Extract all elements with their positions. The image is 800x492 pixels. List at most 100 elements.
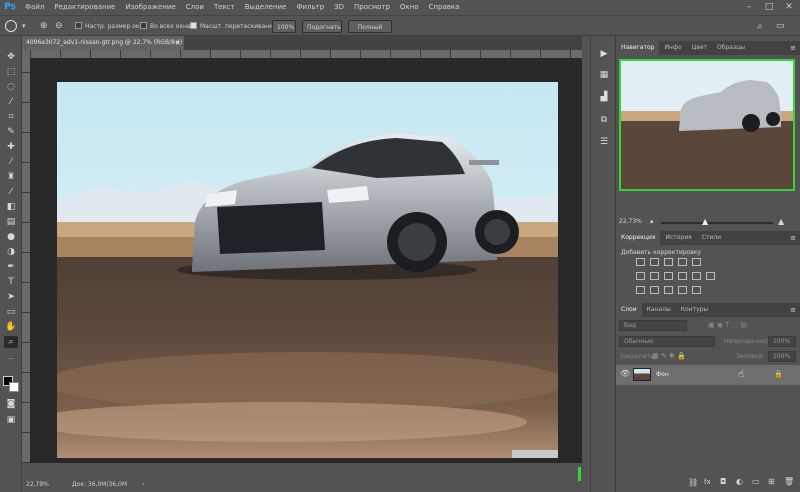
histogram-icon[interactable]: ▟ [598,91,610,103]
zoom-in-small-icon[interactable]: ▲ [778,217,784,226]
opacity-field[interactable]: 100% [768,336,796,347]
layer-lock-icon[interactable]: 🔒 [774,370,783,378]
horizontal-ruler[interactable] [30,50,582,58]
ruler-origin[interactable] [22,50,30,58]
new-adjustment-layer-icon[interactable]: ◐ [736,477,743,486]
minimize-button[interactable]: – [740,0,758,15]
maximize-button[interactable]: □ [760,0,778,15]
clone-source-icon[interactable]: ⧉ [598,114,610,126]
close-button[interactable]: ✕ [780,0,798,15]
zoom-slider[interactable] [661,222,773,224]
layer-filter-icons[interactable]: ▣ ◉ T ⬚ ▤ [708,321,747,329]
pen-tool-icon[interactable]: ✒ [4,261,18,273]
zoom-out-small-icon[interactable]: ▴ [650,217,654,225]
menu-view[interactable]: Просмотр [349,0,395,15]
add-mask-icon[interactable]: ◘ [720,477,726,486]
quick-mask-icon[interactable]: ◙ [4,398,18,410]
menu-edit[interactable]: Редактирование [49,0,120,15]
properties-icon[interactable]: ☰ [598,136,610,148]
tab-adjustments[interactable]: Коррекция [616,231,661,245]
zoom-tool-icon[interactable]: ⌕ [4,336,18,348]
tab-layers[interactable]: Слои [616,303,642,317]
document-tab[interactable]: 4096a3072_adv1-nissan-gtr.png @ 22,7% (R… [22,36,184,60]
exposure-icon[interactable] [678,258,687,266]
blur-tool-icon[interactable]: ● [4,231,18,243]
tab-navigator[interactable]: Навигатор [616,41,660,55]
lock-icons[interactable]: ▦ ✎ ✥ 🔒 [652,352,686,360]
zoom-level[interactable]: 22,79% [26,481,49,488]
hand-tool-icon[interactable]: ✋ [4,321,18,333]
healing-brush-tool-icon[interactable]: ✚ [4,141,18,153]
layer-filter-select[interactable]: Вид [619,320,687,331]
panel-menu-icon[interactable]: ≡ [790,303,796,317]
brightness-contrast-icon[interactable] [636,258,645,266]
link-layers-icon[interactable]: ⛓ [688,478,698,487]
marquee-tool-icon[interactable]: ⬚ [4,66,18,78]
fill-screen-button[interactable]: Полный экран [348,20,392,44]
lasso-tool-icon[interactable]: ◌ [4,81,18,93]
selective-color-icon[interactable] [692,286,701,294]
new-group-icon[interactable]: ▭ [752,477,760,486]
layer-row[interactable]: 👁 Фон ☝ 🔒 [616,365,800,385]
eraser-tool-icon[interactable]: ◧ [4,201,18,213]
layer-name[interactable]: Фон [656,371,669,378]
scrubby-zoom-checkbox[interactable]: Масшт. перетаскиванием [190,20,281,33]
screen-mode-icon[interactable]: ▣ [4,414,18,426]
fill-field[interactable]: 100% [768,351,796,362]
visibility-eye-icon[interactable]: 👁 [620,369,630,378]
add-style-button[interactable]: fx [704,478,711,486]
navigator-thumbnail[interactable] [619,59,795,191]
invert-icon[interactable] [636,286,645,294]
dodge-tool-icon[interactable]: ◑ [4,246,18,258]
panel-menu-icon[interactable]: ≡ [790,41,796,55]
resize-windows-checkbox[interactable]: Настр. размер окон [75,20,147,33]
color-lookup-icon[interactable] [706,272,715,280]
menu-layers[interactable]: Слои [181,0,209,15]
threshold-icon[interactable] [664,286,673,294]
brush-tool-icon[interactable]: ⁄ [4,156,18,168]
history-icon[interactable]: ▦ [598,69,610,81]
background-color-swatch[interactable] [9,382,19,392]
play-action-icon[interactable]: ▶ [598,48,610,60]
tab-channels[interactable]: Каналы [642,303,676,317]
more-tools-icon[interactable]: ··· [4,354,18,366]
close-document-icon[interactable]: × [175,36,181,50]
vertical-ruler[interactable] [22,58,30,463]
eyedropper-tool-icon[interactable]: ✎ [4,126,18,138]
menu-select[interactable]: Выделение [240,0,292,15]
menu-help[interactable]: Справка [424,0,465,15]
hue-saturation-icon[interactable] [636,272,645,280]
tab-color[interactable]: Цвет [687,41,712,55]
shape-tool-icon[interactable]: ▭ [4,306,18,318]
quick-select-tool-icon[interactable]: ⁄ [4,96,18,108]
gradient-tool-icon[interactable]: ▤ [4,216,18,228]
fit-screen-button[interactable]: Подогнать [302,20,342,33]
menu-file[interactable]: Файл [20,0,49,15]
panel-menu-icon[interactable]: ≡ [790,231,796,245]
document-image[interactable] [57,82,558,458]
new-layer-icon[interactable]: ⊞ [768,477,775,486]
zoom-in-icon[interactable]: ⊕ [40,20,48,33]
workspace-icon[interactable]: ▭ [776,20,785,33]
tab-paths[interactable]: Контуры [676,303,713,317]
history-brush-tool-icon[interactable]: ⁄ [4,186,18,198]
zoom-100-button[interactable]: 100% [272,20,296,33]
curves-icon[interactable] [664,258,673,266]
menu-window[interactable]: Окно [395,0,424,15]
posterize-icon[interactable] [650,286,659,294]
photo-filter-icon[interactable] [678,272,687,280]
tab-styles[interactable]: Стили [697,231,726,245]
search-icon[interactable]: ⌕ [757,20,763,33]
all-windows-checkbox[interactable]: Во всех окнах [140,20,194,33]
menu-type[interactable]: Текст [209,0,240,15]
menu-filter[interactable]: Фильтр [291,0,329,15]
black-white-icon[interactable] [664,272,673,280]
zoom-slider-handle[interactable]: ▲ [702,217,708,226]
navigator-zoom-value[interactable]: 22,73% [619,218,642,225]
menu-image[interactable]: Изображение [120,0,180,15]
zoom-out-icon[interactable]: ⊖ [55,20,63,33]
channel-mixer-icon[interactable] [692,272,701,280]
move-tool-icon[interactable]: ✥ [4,51,18,63]
gradient-map-icon[interactable] [678,286,687,294]
blend-mode-select[interactable]: Обычные [619,336,715,347]
